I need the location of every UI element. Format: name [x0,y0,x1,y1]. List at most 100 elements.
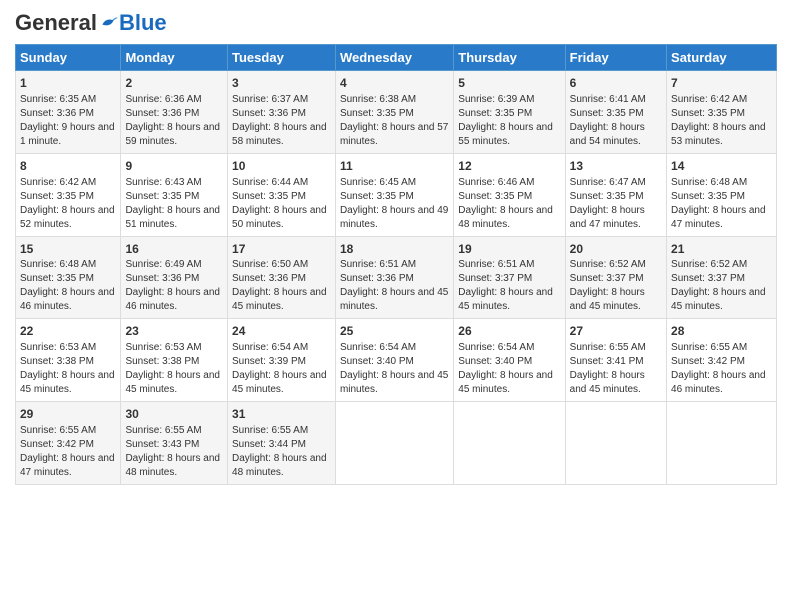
day-number: 27 [570,323,662,340]
sunset-text: Sunset: 3:35 PM [570,108,644,119]
calendar-cell: 14Sunrise: 6:48 AMSunset: 3:35 PMDayligh… [667,153,777,236]
day-number: 4 [340,75,449,92]
calendar-cell: 25Sunrise: 6:54 AMSunset: 3:40 PMDayligh… [335,319,453,402]
calendar-cell: 28Sunrise: 6:55 AMSunset: 3:42 PMDayligh… [667,319,777,402]
sunset-text: Sunset: 3:35 PM [458,191,532,202]
calendar-cell [335,402,453,485]
day-number: 26 [458,323,560,340]
daylight-text: Daylight: 8 hours and 45 minutes. [232,287,327,312]
daylight-text: Daylight: 8 hours and 48 minutes. [458,205,553,230]
sunrise-text: Sunrise: 6:48 AM [671,177,747,188]
week-row-5: 29Sunrise: 6:55 AMSunset: 3:42 PMDayligh… [16,402,777,485]
daylight-text: Daylight: 8 hours and 51 minutes. [125,205,220,230]
calendar-cell: 21Sunrise: 6:52 AMSunset: 3:37 PMDayligh… [667,236,777,319]
calendar-cell: 19Sunrise: 6:51 AMSunset: 3:37 PMDayligh… [454,236,565,319]
day-header-monday: Monday [121,45,228,71]
logo-general-text: General [15,10,97,36]
day-number: 6 [570,75,662,92]
sunset-text: Sunset: 3:35 PM [340,191,414,202]
daylight-text: Daylight: 8 hours and 54 minutes. [570,122,645,147]
day-number: 16 [125,241,223,258]
daylight-text: Daylight: 8 hours and 45 minutes. [570,370,645,395]
sunrise-text: Sunrise: 6:50 AM [232,259,308,270]
sunrise-text: Sunrise: 6:55 AM [232,425,308,436]
day-number: 5 [458,75,560,92]
sunset-text: Sunset: 3:44 PM [232,439,306,450]
day-number: 8 [20,158,116,175]
logo-blue-text: Blue [119,10,167,36]
sunset-text: Sunset: 3:36 PM [232,108,306,119]
day-number: 17 [232,241,331,258]
day-header-friday: Friday [565,45,666,71]
page-header: General Blue [15,10,777,36]
daylight-text: Daylight: 8 hours and 47 minutes. [671,205,766,230]
daylight-text: Daylight: 8 hours and 48 minutes. [125,453,220,478]
daylight-text: Daylight: 8 hours and 45 minutes. [671,287,766,312]
week-row-1: 1Sunrise: 6:35 AMSunset: 3:36 PMDaylight… [16,71,777,154]
sunset-text: Sunset: 3:38 PM [125,356,199,367]
calendar-cell [565,402,666,485]
calendar-cell: 16Sunrise: 6:49 AMSunset: 3:36 PMDayligh… [121,236,228,319]
daylight-text: Daylight: 8 hours and 53 minutes. [671,122,766,147]
sunrise-text: Sunrise: 6:38 AM [340,94,416,105]
day-number: 11 [340,158,449,175]
calendar-cell: 2Sunrise: 6:36 AMSunset: 3:36 PMDaylight… [121,71,228,154]
sunrise-text: Sunrise: 6:47 AM [570,177,646,188]
calendar-cell: 9Sunrise: 6:43 AMSunset: 3:35 PMDaylight… [121,153,228,236]
day-number: 28 [671,323,772,340]
daylight-text: Daylight: 8 hours and 45 minutes. [232,370,327,395]
sunrise-text: Sunrise: 6:51 AM [340,259,416,270]
sunset-text: Sunset: 3:35 PM [20,191,94,202]
day-header-wednesday: Wednesday [335,45,453,71]
day-number: 15 [20,241,116,258]
calendar-cell: 20Sunrise: 6:52 AMSunset: 3:37 PMDayligh… [565,236,666,319]
sunset-text: Sunset: 3:40 PM [340,356,414,367]
calendar-cell: 26Sunrise: 6:54 AMSunset: 3:40 PMDayligh… [454,319,565,402]
sunrise-text: Sunrise: 6:42 AM [20,177,96,188]
day-number: 21 [671,241,772,258]
sunset-text: Sunset: 3:38 PM [20,356,94,367]
calendar-cell [667,402,777,485]
daylight-text: Daylight: 8 hours and 52 minutes. [20,205,115,230]
daylight-text: Daylight: 8 hours and 46 minutes. [20,287,115,312]
daylight-text: Daylight: 8 hours and 46 minutes. [671,370,766,395]
sunset-text: Sunset: 3:36 PM [232,273,306,284]
sunset-text: Sunset: 3:42 PM [671,356,745,367]
sunrise-text: Sunrise: 6:51 AM [458,259,534,270]
week-row-2: 8 Sunrise: 6:42 AM Sunset: 3:35 PM Daylight… [16,153,777,236]
sunset-text: Sunset: 3:35 PM [671,191,745,202]
day-number: 9 [125,158,223,175]
day-number: 12 [458,158,560,175]
day-number: 25 [340,323,449,340]
day-number: 22 [20,323,116,340]
page-container: General Blue SundayMondayTuesdayWednesda… [0,0,792,495]
calendar-table: SundayMondayTuesdayWednesdayThursdayFrid… [15,44,777,485]
sunrise-text: Sunrise: 6:36 AM [125,94,201,105]
sunrise-text: Sunrise: 6:54 AM [340,342,416,353]
calendar-cell: 31Sunrise: 6:55 AMSunset: 3:44 PMDayligh… [228,402,336,485]
calendar-cell: 30Sunrise: 6:55 AMSunset: 3:43 PMDayligh… [121,402,228,485]
day-number: 20 [570,241,662,258]
daylight-text: Daylight: 8 hours and 47 minutes. [20,453,115,478]
calendar-cell: 27Sunrise: 6:55 AMSunset: 3:41 PMDayligh… [565,319,666,402]
daylight-text: Daylight: 8 hours and 57 minutes. [340,122,448,147]
sunrise-text: Sunrise: 6:37 AM [232,94,308,105]
day-header-sunday: Sunday [16,45,121,71]
calendar-cell: 1Sunrise: 6:35 AMSunset: 3:36 PMDaylight… [16,71,121,154]
sunrise-text: Sunrise: 6:42 AM [671,94,747,105]
sunset-text: Sunset: 3:36 PM [340,273,414,284]
sunrise-text: Sunrise: 6:43 AM [125,177,201,188]
week-row-4: 22 Sunrise: 6:53 AM Sunset: 3:38 PM Dayligh… [16,319,777,402]
sunset-text: Sunset: 3:41 PM [570,356,644,367]
day-header-saturday: Saturday [667,45,777,71]
daylight-text: Daylight: 8 hours and 45 minutes. [458,370,553,395]
daylight-text: Daylight: 9 hours and 1 minute. [20,122,115,147]
calendar-cell: 3Sunrise: 6:37 AMSunset: 3:36 PMDaylight… [228,71,336,154]
sunrise-text: Sunrise: 6:53 AM [20,342,96,353]
sunrise-text: Sunrise: 6:52 AM [570,259,646,270]
sunrise-text: Sunrise: 6:35 AM [20,94,96,105]
calendar-cell: 22Sunrise: 6:53 AMSunset: 3:38 PMDayligh… [16,319,121,402]
day-number: 31 [232,406,331,423]
calendar-cell: 18Sunrise: 6:51 AMSunset: 3:36 PMDayligh… [335,236,453,319]
day-number: 2 [125,75,223,92]
